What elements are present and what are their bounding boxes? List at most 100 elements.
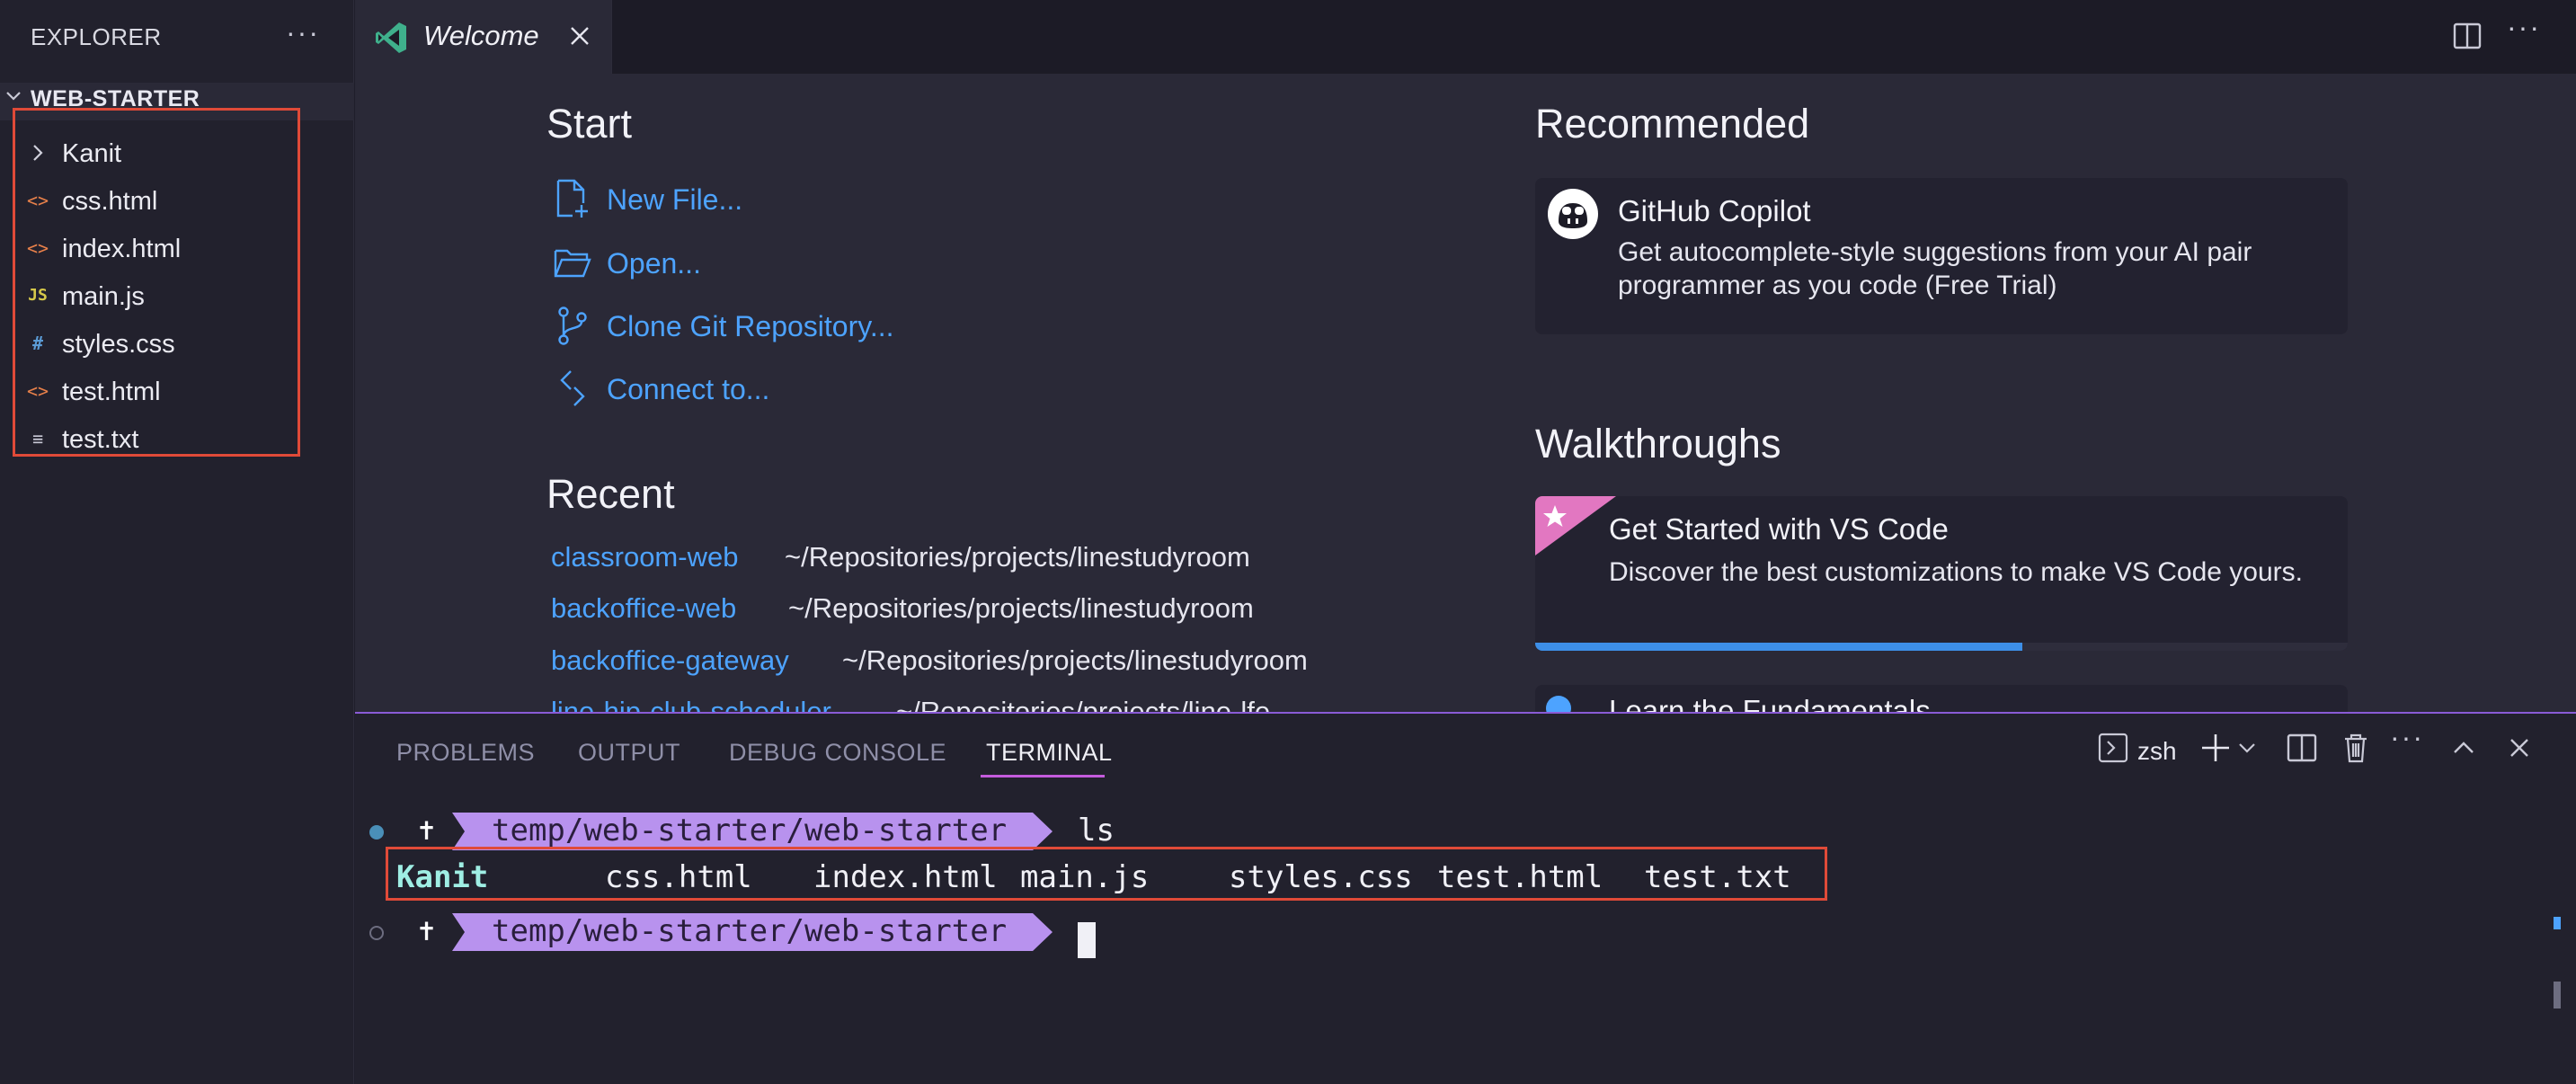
editor-more-actions-icon[interactable]: ··· (2507, 11, 2541, 44)
new-file-label: New File... (607, 183, 743, 216)
js-file-icon: JS (28, 286, 48, 305)
file-item-label: test.html (62, 378, 161, 406)
html-file-icon: <> (26, 380, 49, 402)
explorer-title: EXPLORER (31, 23, 162, 50)
file-item-label: main.js (62, 282, 145, 311)
chevron-up-icon[interactable] (2446, 730, 2482, 766)
file-item-label: Kanit (62, 139, 122, 168)
chevron-right-icon (33, 145, 43, 161)
shell-name[interactable]: zsh (2137, 737, 2177, 766)
explorer-sidebar: EXPLORER ··· WEB-STARTER Kanit <> css.ht… (0, 0, 354, 1084)
split-editor-icon[interactable] (2451, 20, 2483, 52)
start-heading: Start (546, 101, 633, 147)
copilot-card[interactable]: GitHub Copilot Get autocomplete-style su… (1535, 178, 2348, 334)
get-started-card[interactable]: Get Started with VS Code Discover the be… (1535, 496, 2348, 651)
connect-to-label: Connect to... (607, 373, 770, 405)
recent-heading: Recent (546, 471, 675, 517)
prompt-symbol: ✝ (418, 913, 436, 947)
editor-tab-bar: Welcome ··· (355, 0, 2576, 74)
recent-item-name[interactable]: classroom-web (551, 541, 738, 573)
html-file-icon: <> (26, 237, 49, 259)
file-list: Kanit <> css.html <> index.html JS main.… (13, 108, 300, 457)
ls-output-item: index.html (813, 859, 998, 895)
scrollbar-marker (2554, 917, 2561, 929)
file-item-index-html[interactable]: <> index.html (15, 224, 298, 271)
open-label: Open... (607, 247, 701, 280)
get-started-card-title: Get Started with VS Code (1609, 512, 1949, 546)
tab-output[interactable]: OUTPUT (578, 739, 680, 767)
file-item-label: styles.css (62, 330, 175, 359)
new-file-icon (556, 179, 588, 218)
ellipsis-icon[interactable]: ··· (2390, 721, 2426, 757)
git-branch-icon (558, 307, 587, 345)
welcome-page: Start New File... Open... Clone Git Repo… (355, 74, 2576, 712)
fundamentals-card[interactable]: Learn the Fundamentals (1535, 685, 2348, 712)
split-terminal-icon[interactable] (2284, 730, 2320, 766)
get-started-card-description: Discover the best customizations to make… (1609, 557, 2304, 587)
trash-icon[interactable] (2338, 730, 2374, 766)
folder-open-icon (554, 249, 591, 278)
ls-output-item: styles.css (1229, 859, 1413, 895)
close-icon[interactable] (2501, 730, 2537, 766)
remote-icon (560, 370, 585, 406)
tab-debug-console[interactable]: DEBUG CONSOLE (729, 739, 946, 767)
file-item-kanit[interactable]: Kanit (15, 129, 298, 175)
terminal-icon[interactable] (2095, 730, 2131, 766)
recommended-heading: Recommended (1535, 101, 1810, 147)
terminal-cursor (1078, 922, 1096, 958)
recent-item-path: ~/Repositories/projects/linestudyroom (788, 592, 1254, 624)
file-item-label: index.html (62, 235, 182, 263)
tab-terminal[interactable]: TERMINAL (986, 739, 1113, 767)
recent-item-path: ~/Repositories/projects/linestudyroom (842, 644, 1308, 676)
scrollbar-thumb[interactable] (2554, 982, 2561, 1008)
file-item-label: css.html (62, 187, 158, 216)
file-item-styles-css[interactable]: # styles.css (15, 319, 298, 366)
file-item-label: test.txt (62, 425, 139, 454)
explorer-header: EXPLORER ··· (0, 0, 354, 74)
tab-welcome[interactable]: Welcome (355, 0, 612, 74)
star-badge-icon (1535, 496, 1616, 555)
walkthrough-progress-fill (1535, 643, 2023, 651)
close-icon[interactable] (564, 20, 596, 52)
recent-item-name[interactable]: backoffice-web (551, 592, 736, 625)
prompt-path: temp/web-starter/web-starter (492, 913, 1008, 949)
copilot-card-description: Get autocomplete-style suggestions from … (1618, 237, 2252, 300)
tab-label: Welcome (423, 20, 539, 51)
bottom-panel: PROBLEMS OUTPUT DEBUG CONSOLE TERMINAL z… (355, 712, 2576, 1084)
copilot-icon (1548, 189, 1598, 239)
recent-item-path: ~/Repositories/projects/linestudyroom (785, 541, 1250, 573)
recent-item-name[interactable]: line-hip-club-scheduler (551, 696, 831, 712)
terminal-command: ls (1078, 813, 1115, 849)
plus-icon[interactable] (2198, 730, 2234, 766)
walkthrough-icon (1546, 696, 1571, 712)
recent-item-path: ~/Repositories/projects/line-lfe (896, 696, 1271, 712)
fundamentals-card-title: Learn the Fundamentals (1609, 694, 1931, 712)
ls-output-item: Kanit (396, 859, 489, 895)
recent-item-name[interactable]: backoffice-gateway (551, 644, 789, 677)
command-success-dot (369, 825, 384, 840)
ls-output-item: main.js (1020, 859, 1150, 895)
chevron-down-icon[interactable] (2235, 730, 2259, 766)
clone-git-repository-label: Clone Git Repository... (607, 310, 894, 342)
ls-output-item: test.txt (1644, 859, 1791, 895)
walkthrough-progress-track (1535, 643, 2348, 651)
prompt-path: temp/web-starter/web-starter (492, 813, 1008, 849)
file-item-test-html[interactable]: <> test.html (15, 367, 298, 413)
ls-output-item: css.html (605, 859, 752, 895)
explorer-more-actions-icon[interactable]: ··· (286, 16, 320, 49)
command-pending-dot (369, 926, 384, 940)
text-file-icon: ≡ (31, 428, 44, 449)
html-file-icon: <> (26, 190, 49, 211)
file-item-css-html[interactable]: <> css.html (15, 176, 298, 223)
file-item-main-js[interactable]: JS main.js (15, 271, 298, 318)
chevron-down-icon (6, 92, 21, 101)
tab-problems[interactable]: PROBLEMS (396, 739, 535, 767)
css-file-icon: # (31, 333, 44, 354)
vscode-logo-icon (376, 22, 406, 53)
copilot-card-title: GitHub Copilot (1618, 194, 1811, 227)
active-tab-indicator (981, 775, 1105, 777)
walkthroughs-heading: Walkthroughs (1535, 421, 1781, 466)
ls-output-item: test.html (1437, 859, 1603, 895)
terminal-body[interactable]: ✝ temp/web-starter/web-starter ls Kanit … (355, 804, 2576, 1073)
file-item-test-txt[interactable]: ≡ test.txt (15, 414, 298, 461)
